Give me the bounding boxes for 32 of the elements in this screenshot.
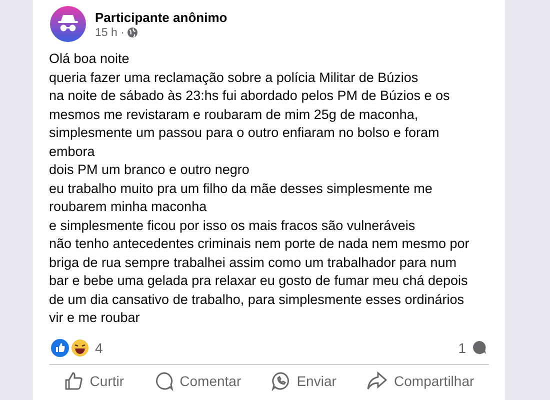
comment-count[interactable]: 1 bbox=[458, 340, 466, 356]
post-time[interactable]: 15 h · bbox=[95, 26, 124, 38]
comment-button[interactable]: Comentar bbox=[150, 366, 246, 394]
post-text-line: e simplesmente ficou por isso os mais fracos são vulneráveis bbox=[49, 216, 416, 235]
post-text-line: embora bbox=[49, 142, 96, 160]
send-button[interactable]: Enviar bbox=[266, 366, 340, 394]
globe-icon bbox=[127, 27, 138, 38]
share-arrow-icon bbox=[366, 370, 388, 390]
post-text-line: simplesmente um passou para o outro enfiaram no bolso e foram bbox=[49, 124, 440, 142]
post-text-line: queria fazer uma reclamação sobre a polícia Militar de Búzios bbox=[49, 68, 420, 87]
speech-bubble-icon bbox=[154, 370, 174, 390]
post-text-line: bar e bebe uma gelada pra relaxar eu gosto de fumar meu chá depois bbox=[49, 272, 469, 290]
post-text-line: mesmos me revistaram e roubaram de mim 25g de maconha, bbox=[49, 106, 420, 124]
like-reaction-icon bbox=[51, 338, 69, 356]
like-button[interactable]: Curtir bbox=[60, 366, 128, 394]
post-text-line: briga de rua sempre trabalhei assim como um trabalhador para num bbox=[49, 254, 458, 272]
post-text-line: dois PM um branco e outro negro bbox=[49, 161, 250, 179]
post-text-line: de um dia cansativo de trabalho, para simplesmente esses ordinários bbox=[49, 290, 465, 309]
reaction-count[interactable]: 4 bbox=[95, 340, 103, 356]
post-text-line: roubarem minha maconha bbox=[49, 198, 208, 216]
post-text-line: vir e me roubar bbox=[49, 309, 141, 327]
post-text-line: na noite de sábado às 23:hs fui abordado pelos PM de Búzios e os bbox=[49, 87, 451, 105]
comment-bubble-icon bbox=[472, 340, 487, 355]
share-button[interactable]: Compartilhar bbox=[362, 366, 478, 394]
post-text-line: Olá boa noite bbox=[49, 50, 130, 68]
post-text-line: não tenho antecedentes criminais nem porte de nada nem mesmo por bbox=[49, 235, 470, 253]
incognito-avatar-icon[interactable] bbox=[50, 6, 86, 42]
thumbs-up-icon bbox=[64, 370, 84, 390]
post-text-line: eu trabalho muito pra um filho da mãe desses simplesmente me bbox=[49, 180, 434, 198]
phone-bubble-icon bbox=[270, 370, 291, 390]
laughing-emoji-icon bbox=[71, 338, 89, 356]
author-name[interactable]: Participante anônimo bbox=[95, 10, 228, 24]
